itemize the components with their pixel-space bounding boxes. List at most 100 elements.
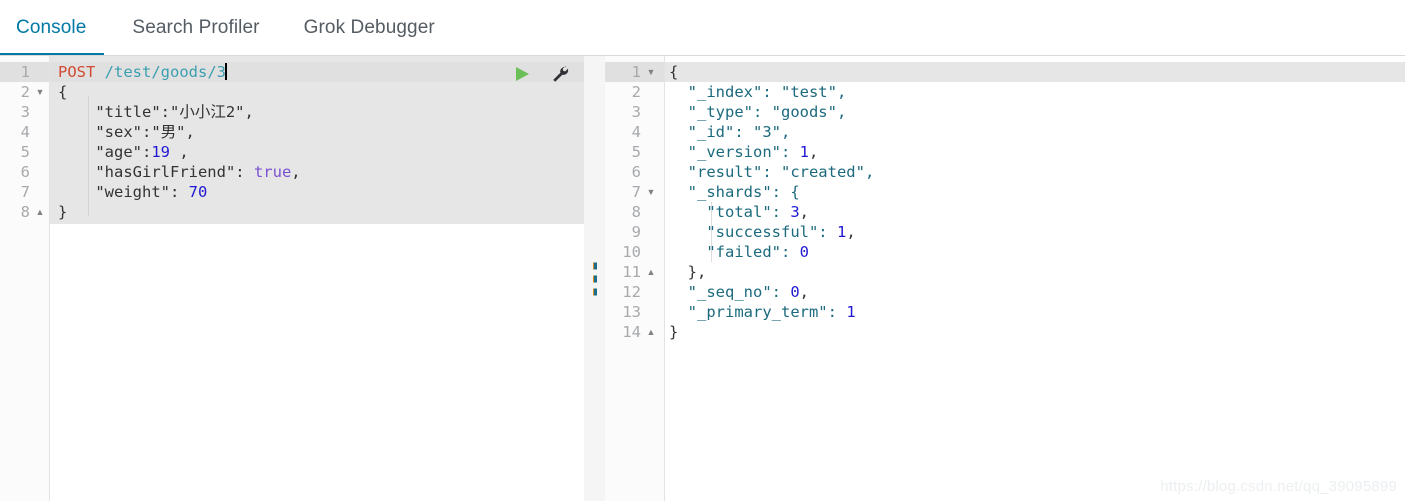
response-seqno-value: 0 — [790, 283, 800, 301]
response-line-number-10: 10 — [622, 243, 641, 261]
request-hasgirlfriend-comma: , — [291, 163, 301, 181]
response-gutter[interactable]: 1 2 3 4 5 6 7 8 9 10 11 12 13 14 ▼ ▼ ▲ ▲ — [605, 56, 665, 501]
request-weight-value: 70 — [188, 183, 208, 201]
request-actions — [510, 60, 572, 88]
response-line-4: "_id": "3", — [669, 123, 791, 141]
tab-bar: Console Search Profiler Grok Debugger — [0, 0, 1405, 56]
response-active-line-highlight — [665, 62, 1405, 82]
response-line-number-8: 8 — [631, 203, 641, 221]
response-line-number-5: 5 — [631, 143, 641, 161]
response-line-number-14: 14 — [622, 323, 641, 341]
response-line-2: "_index": "test", — [669, 83, 847, 101]
response-line-number-9: 9 — [631, 223, 641, 241]
response-seqno-key: "_seq_no": — [669, 283, 791, 301]
resizer-grip-icon — [592, 262, 597, 295]
response-fold-collapse-icon-line-1[interactable]: ▼ — [645, 62, 657, 82]
tab-console-label: Console — [16, 16, 87, 38]
tab-grok-debugger[interactable]: Grok Debugger — [282, 0, 457, 55]
request-age-value: 19 — [151, 143, 170, 161]
response-fold-expand-icon-line-14[interactable]: ▲ — [645, 322, 657, 342]
response-total-comma: , — [799, 203, 810, 221]
response-total-value: 3 — [790, 203, 800, 221]
response-line-number-13: 13 — [622, 303, 641, 321]
fold-expand-icon-line-8[interactable]: ▲ — [34, 202, 46, 222]
request-line-number-1: 1 — [20, 63, 30, 81]
response-seqno-comma: , — [799, 283, 810, 301]
response-failed-value: 0 — [799, 243, 809, 261]
request-http-path — [95, 63, 104, 81]
response-successful-key: "successful": — [669, 223, 837, 241]
request-hasgirlfriend-key: "hasGirlFriend": — [58, 163, 254, 181]
split-panes: POST /test/goods/3 { "title":"小小江2", "se… — [0, 56, 1405, 501]
response-pane[interactable]: 1 2 3 4 5 6 7 8 9 10 11 12 13 14 ▼ ▼ ▲ ▲ — [605, 56, 1405, 501]
response-line-6: "result": "created", — [669, 163, 875, 181]
request-line-number-6: 6 — [20, 163, 30, 181]
request-line-number-8: 8 — [20, 203, 30, 221]
response-line-number-7: 7 — [631, 183, 641, 201]
request-line-7: "weight": 70 — [58, 182, 207, 202]
request-gutter-divider — [49, 56, 50, 501]
response-fold-collapse-icon-line-7[interactable]: ▼ — [645, 182, 657, 202]
response-line-number-6: 6 — [631, 163, 641, 181]
tab-console[interactable]: Console — [0, 0, 110, 55]
response-version-key: "_version": — [669, 143, 800, 161]
response-fold-expand-icon-line-11[interactable]: ▲ — [645, 262, 657, 282]
request-line-1: POST /test/goods/3 — [58, 62, 227, 82]
resizer-dot — [592, 275, 597, 282]
tab-search-profiler[interactable]: Search Profiler — [110, 0, 281, 55]
request-line-8: } — [58, 203, 68, 221]
response-total-key: "total": — [669, 203, 791, 221]
request-line-6: "hasGirlFriend": true, — [58, 162, 301, 182]
request-gutter[interactable]: 1 2 3 4 5 6 7 8 ▼ ▲ — [0, 56, 50, 501]
response-line-9: "successful": 1, — [669, 222, 856, 242]
request-http-path-value: /test/goods/3 — [104, 63, 226, 81]
response-line-12: "_seq_no": 0, — [669, 282, 809, 302]
response-failed-key: "failed": — [669, 243, 800, 261]
response-successful-comma: , — [846, 223, 856, 241]
request-http-method: POST — [58, 63, 96, 81]
response-line-1: { — [669, 63, 679, 81]
request-hasgirlfriend-value: true — [253, 163, 292, 181]
request-weight-key: "weight": — [58, 183, 189, 201]
response-line-number-2: 2 — [631, 83, 641, 101]
request-line-number-3: 3 — [20, 103, 30, 121]
request-line-number-4: 4 — [20, 123, 30, 141]
response-line-7: "_shards": { — [669, 183, 800, 201]
response-line-number-11: 11 — [622, 263, 641, 281]
wrench-icon[interactable] — [548, 62, 572, 86]
response-line-10: "failed": 0 — [669, 242, 809, 262]
tab-grok-debugger-label: Grok Debugger — [303, 16, 435, 38]
response-line-number-1: 1 — [631, 63, 641, 81]
request-line-5: "age":19 , — [58, 142, 189, 162]
response-line-13: "_primary_term": 1 — [669, 302, 856, 322]
response-code-area[interactable]: { "_index": "test", "_type": "goods", "_… — [665, 56, 1405, 501]
response-version-value: 1 — [799, 143, 809, 161]
request-line-4: "sex":"男", — [58, 123, 195, 141]
request-line-2: { — [58, 83, 68, 101]
response-line-14: } — [669, 323, 679, 341]
response-primaryterm-key: "_primary_term": — [669, 303, 847, 321]
tab-list: Console Search Profiler Grok Debugger — [0, 0, 457, 55]
tab-search-profiler-label: Search Profiler — [132, 16, 260, 38]
request-line-number-2: 2 — [20, 83, 30, 101]
request-editor-pane[interactable]: POST /test/goods/3 { "title":"小小江2", "se… — [0, 56, 584, 501]
resizer-dot — [592, 288, 597, 295]
resizer-dot — [592, 262, 597, 269]
request-age-comma: , — [170, 143, 189, 161]
play-button[interactable] — [510, 62, 534, 86]
text-cursor — [225, 63, 227, 80]
request-code-area[interactable]: POST /test/goods/3 { "title":"小小江2", "se… — [50, 56, 584, 501]
response-primaryterm-value: 1 — [846, 303, 856, 321]
pane-resizer[interactable] — [584, 56, 605, 501]
fold-collapse-icon-line-2[interactable]: ▼ — [34, 82, 46, 102]
response-line-11: }, — [669, 263, 707, 281]
response-line-5: "_version": 1, — [669, 142, 819, 162]
response-version-comma: , — [809, 143, 819, 161]
response-line-number-12: 12 — [622, 283, 641, 301]
response-line-number-3: 3 — [631, 103, 641, 121]
request-line-number-5: 5 — [20, 143, 30, 161]
watermark-text: https://blog.csdn.net/qq_39095899 — [1160, 478, 1397, 495]
response-line-number-4: 4 — [631, 123, 641, 141]
request-line-number-7: 7 — [20, 183, 30, 201]
console-page: Console Search Profiler Grok Debugger PO… — [0, 0, 1405, 501]
